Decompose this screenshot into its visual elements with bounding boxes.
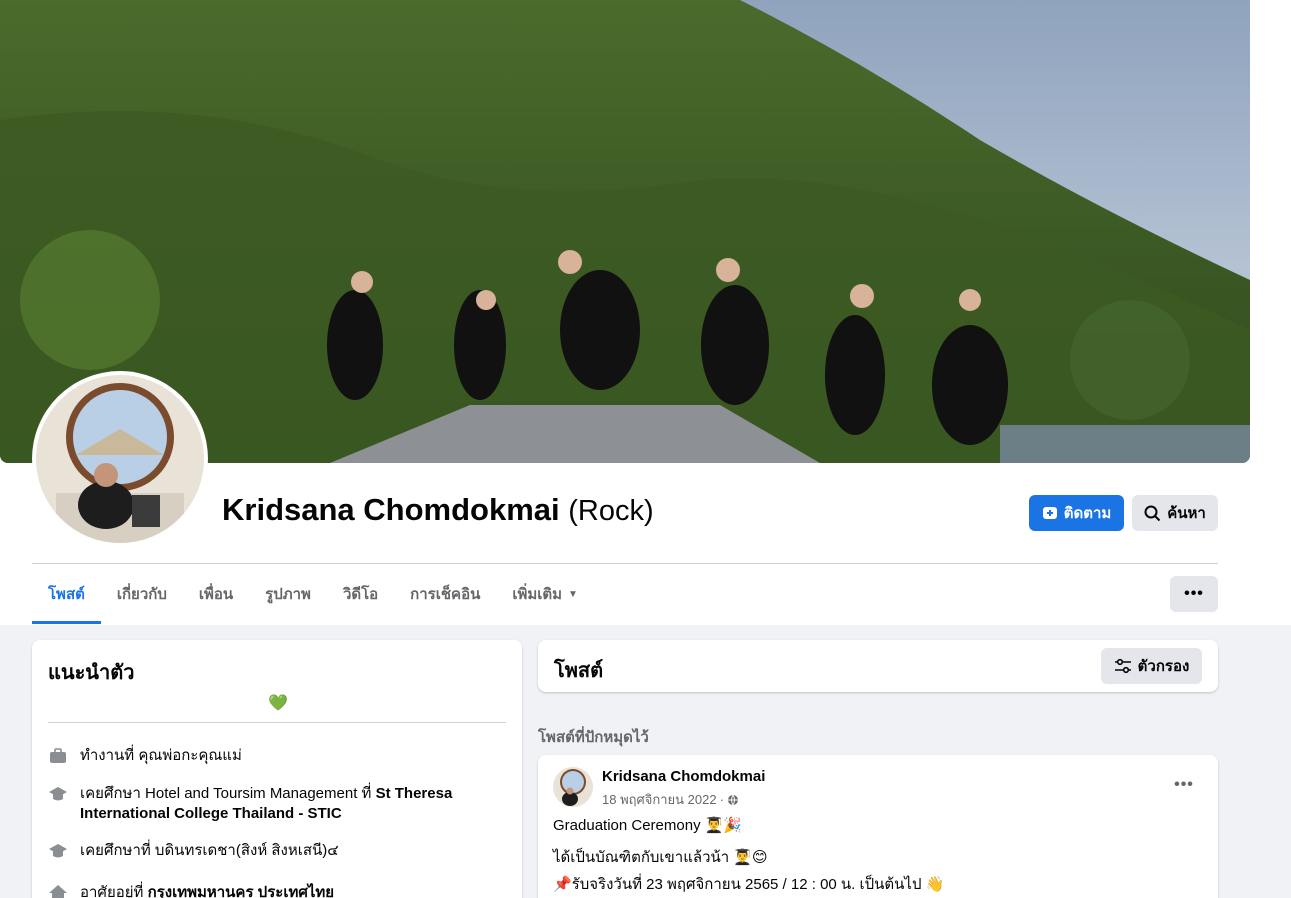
graduation-cap-icon: [49, 844, 67, 858]
ellipsis-icon: •••: [1184, 585, 1204, 602]
intro-card: แนะนำตัว 💚 ทำงานที่ คุณพ่อกะคุณแม่ เคยศึ…: [32, 640, 522, 898]
search-button-label: ค้นหา: [1167, 505, 1206, 522]
filter-button[interactable]: ตัวกรอง: [1101, 648, 1202, 684]
intro-title: แนะนำตัว: [48, 662, 135, 684]
tab-posts[interactable]: โพสต์: [32, 564, 101, 624]
briefcase-icon: [50, 748, 66, 763]
pinned-post: Kridsana Chomdokmai 18 พฤศจิกายน 2022 · …: [538, 755, 1218, 898]
tab-videos[interactable]: วิดีโอ: [327, 564, 394, 624]
more-options-button[interactable]: •••: [1170, 576, 1218, 612]
intro-item-education-school: เคยศึกษาที่ บดินทรเดชา(สิงห์ สิงหเสนี)๔: [48, 841, 506, 861]
search-icon: [1144, 505, 1161, 521]
filter-button-label: ตัวกรอง: [1137, 658, 1190, 675]
tab-more[interactable]: เพิ่มเติม ▼: [496, 564, 594, 624]
graduation-cap-icon: [49, 787, 67, 801]
posts-header-card: โพสต์ ตัวกรอง: [538, 640, 1218, 692]
tab-about[interactable]: เกี่ยวกับ: [101, 564, 183, 624]
filter-icon: [1114, 658, 1131, 674]
ellipsis-icon: •••: [1174, 776, 1194, 793]
pinned-posts-label: โพสต์ที่ปักหมุดไว้: [538, 729, 649, 746]
post-text-line: 📌รับจริงวันที่ 23 พฤศจิกายน 2565 / 12 : …: [553, 876, 945, 893]
post-meta: 18 พฤศจิกายน 2022 ·: [602, 789, 739, 810]
follow-button[interactable]: ติดตาม: [1029, 495, 1124, 531]
post-date[interactable]: 18 พฤศจิกายน 2022: [602, 789, 717, 810]
tab-friends[interactable]: เพื่อน: [183, 564, 249, 624]
profile-tabs: โพสต์ เกี่ยวกับ เพื่อน รูปภาพ วิดีโอ การ…: [32, 564, 594, 624]
follow-button-label: ติดตาม: [1063, 505, 1112, 522]
posts-title: โพสต์: [554, 660, 604, 682]
cover-photo[interactable]: [0, 0, 1250, 463]
caret-down-icon: ▼: [568, 588, 578, 600]
post-author-name[interactable]: Kridsana Chomdokmai: [602, 768, 765, 785]
globe-icon: [727, 794, 738, 805]
intro-item-work: ทำงานที่ คุณพ่อกะคุณแม่: [48, 746, 506, 766]
post-text-line: Graduation Ceremony 👨‍🎓🎉: [553, 817, 743, 834]
intro-bio: 💚: [268, 695, 288, 712]
intro-item-location: อาศัยอยู่ที่ กรุงเทพมหานคร ประเทศไทย: [48, 883, 506, 898]
post-text-line: ได้เป็นบัณฑิตกับเขาแล้วน้า 👨‍🎓😊: [553, 849, 768, 866]
profile-alternate-name: (Rock): [568, 495, 654, 527]
profile-header: Kridsana Chomdokmai (Rock) ติดตาม ค้นหา …: [0, 0, 1291, 625]
post-options-button[interactable]: •••: [1168, 769, 1200, 801]
profile-name: Kridsana Chomdokmai (Rock): [222, 492, 654, 528]
profile-avatar[interactable]: [32, 371, 208, 547]
profile-display-name: Kridsana Chomdokmai: [222, 492, 560, 527]
follow-icon: [1042, 507, 1057, 519]
tab-photos[interactable]: รูปภาพ: [249, 564, 327, 624]
post-author-avatar[interactable]: [553, 767, 593, 807]
tab-checkins[interactable]: การเช็คอิน: [394, 564, 496, 624]
home-icon: [49, 885, 67, 898]
search-button[interactable]: ค้นหา: [1132, 495, 1218, 531]
meta-separator: ·: [719, 792, 724, 807]
intro-item-education-college: เคยศึกษา Hotel and Toursim Management ที…: [48, 784, 506, 824]
intro-divider: [48, 722, 506, 723]
